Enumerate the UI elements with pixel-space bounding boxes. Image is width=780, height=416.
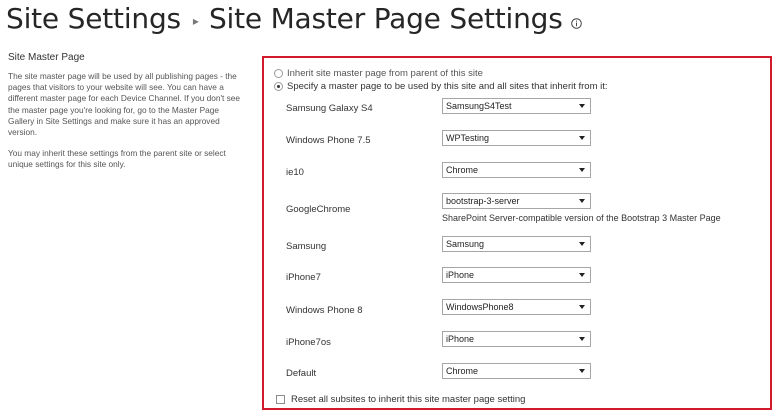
inherit-radio[interactable] — [274, 69, 283, 78]
master-page-select-iphone7[interactable]: iPhone — [442, 267, 591, 283]
select-value: iPhone — [446, 334, 475, 344]
channel-label-windows-phone-8: Windows Phone 8 — [286, 305, 363, 316]
breadcrumb-separator-icon: ▸ — [192, 14, 199, 28]
chevron-down-icon — [579, 337, 585, 341]
specify-radio[interactable] — [274, 82, 283, 91]
breadcrumb: Site Settings ▸ Site Master Page Setting… — [6, 0, 582, 36]
master-page-select-samsung-galaxy-s4[interactable]: SamsungS4Test — [442, 98, 591, 114]
select-value: Chrome — [446, 165, 479, 175]
inherit-option[interactable]: Inherit site master page from parent of … — [274, 68, 483, 79]
reset-subsites-option[interactable]: Reset all subsites to inherit this site … — [276, 394, 525, 405]
chevron-down-icon — [579, 273, 585, 277]
master-page-description-googlechrome: SharePoint Server-compatible version of … — [442, 213, 721, 223]
channel-label-iphone7: iPhone7 — [286, 272, 321, 283]
channel-label-default: Default — [286, 368, 317, 379]
channel-label-iphone7os: iPhone7os — [286, 337, 331, 348]
info-icon[interactable] — [570, 16, 582, 29]
select-value: WPTesting — [446, 133, 490, 143]
master-page-select-windows-phone-8[interactable]: WindowsPhone8 — [442, 299, 591, 315]
chevron-down-icon — [579, 199, 585, 203]
chevron-down-icon — [579, 136, 585, 140]
section-description: Site Master Page The site master page wi… — [8, 52, 244, 181]
inherit-label: Inherit site master page from parent of … — [287, 68, 483, 79]
select-value: Chrome — [446, 366, 479, 376]
select-value: SamsungS4Test — [446, 101, 512, 111]
channel-label-samsung-galaxy-s4: Samsung Galaxy S4 — [286, 103, 373, 114]
reset-subsites-checkbox[interactable] — [276, 395, 285, 404]
chevron-down-icon — [579, 168, 585, 172]
master-page-select-iphone7os[interactable]: iPhone — [442, 331, 591, 347]
select-value: bootstrap-3-server — [446, 196, 520, 206]
channel-label-windows-phone-7-5: Windows Phone 7.5 — [286, 135, 371, 146]
select-value: iPhone — [446, 270, 475, 280]
section-title: Site Master Page — [8, 52, 85, 63]
master-page-settings-panel: Inherit site master page from parent of … — [262, 56, 772, 410]
master-page-select-ie10[interactable]: Chrome — [442, 162, 591, 178]
channel-label-samsung: Samsung — [286, 241, 327, 252]
section-description-text: The site master page will be used by all… — [8, 71, 241, 138]
breadcrumb-site-settings-link[interactable]: Site Settings — [6, 2, 181, 35]
specify-label: Specify a master page to be used by this… — [287, 81, 608, 92]
channel-label-googlechrome: GoogleChrome — [286, 204, 351, 215]
chevron-down-icon — [579, 242, 585, 246]
section-inherit-note: You may inherit these settings from the … — [8, 148, 226, 170]
chevron-down-icon — [579, 305, 585, 309]
channel-label-ie10: ie10 — [286, 167, 304, 178]
select-value: Samsung — [446, 239, 485, 249]
master-page-select-samsung[interactable]: Samsung — [442, 236, 591, 252]
specify-option[interactable]: Specify a master page to be used by this… — [274, 81, 608, 92]
chevron-down-icon — [579, 369, 585, 373]
master-page-select-windows-phone-7-5[interactable]: WPTesting — [442, 130, 591, 146]
master-page-select-googlechrome[interactable]: bootstrap-3-server — [442, 193, 591, 209]
chevron-down-icon — [579, 104, 585, 108]
page-title: Site Master Page Settings — [208, 1, 563, 35]
master-page-select-default[interactable]: Chrome — [442, 363, 591, 379]
select-value: WindowsPhone8 — [446, 302, 514, 312]
reset-subsites-label: Reset all subsites to inherit this site … — [291, 394, 526, 405]
